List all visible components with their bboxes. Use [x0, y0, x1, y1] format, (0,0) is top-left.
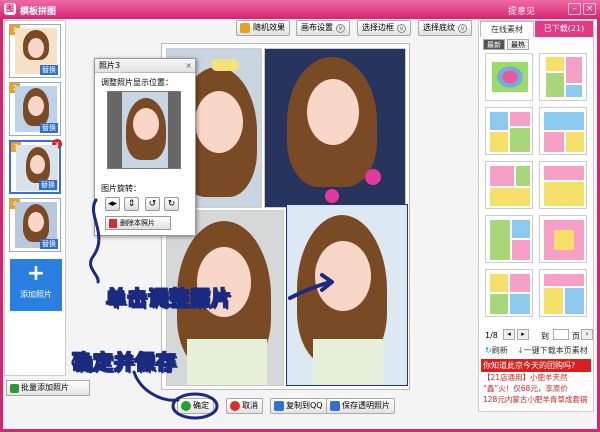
copy-icon — [274, 401, 284, 411]
annotation-click-adjust: 单击调整照片 — [106, 286, 232, 311]
template-thumb[interactable] — [485, 53, 533, 101]
dice-icon — [240, 23, 250, 33]
cancel-icon — [230, 401, 240, 411]
template-thumb[interactable] — [539, 215, 587, 263]
close-button[interactable]: × — [583, 3, 596, 15]
tab-online-materials[interactable]: 在线素材 — [480, 21, 534, 37]
download-icon: ↓ — [517, 346, 524, 355]
page-suffix: 页 — [572, 332, 580, 341]
annotation-confirm-save: 确定并保存 — [72, 350, 177, 375]
rotate-right-icon[interactable]: ↻ — [164, 197, 179, 211]
ad-line: 128元内蒙古小肥羊青草成套锅 — [483, 395, 588, 404]
batch-add-button[interactable]: 批量添加照片 — [6, 380, 90, 396]
photo-settings-dialog: 照片3 × 调整照片显示位置： 图片旋转： ◂▸ ⇕ ↺ ↻ 删除本照片 — [94, 58, 196, 236]
check-icon — [181, 401, 191, 411]
border-dropdown[interactable]: 选择边框 v — [357, 20, 411, 36]
prev-page-icon[interactable]: ◂ — [503, 329, 515, 340]
cancel-button[interactable]: 取消 — [226, 398, 263, 414]
flip-horizontal-icon[interactable]: ◂▸ — [105, 197, 120, 211]
page-indicator: 1/8 — [485, 331, 498, 340]
goto-label: 到 — [541, 332, 549, 341]
ad-header: 你知道此京今天的团购吗? — [481, 359, 591, 372]
save-transparent-button[interactable]: 保存透明照片 — [326, 398, 395, 414]
dialog-title: 照片3 — [95, 59, 195, 73]
photo-thumb-1[interactable]: 1 替换 — [9, 24, 61, 78]
page-input[interactable] — [553, 329, 569, 340]
feedback-link[interactable]: 提意见 — [508, 4, 535, 17]
replace-button[interactable]: 替换 — [40, 123, 58, 133]
template-thumb[interactable] — [485, 107, 533, 155]
collage-photo-2[interactable] — [264, 48, 406, 208]
texture-dropdown[interactable]: 选择底纹 v — [418, 20, 472, 36]
add-photo-button[interactable]: + 添加照片 — [10, 259, 62, 311]
template-thumb[interactable] — [539, 269, 587, 317]
close-icon[interactable]: × — [185, 61, 192, 70]
rotate-left-icon[interactable]: ↺ — [145, 197, 160, 211]
chevron-down-icon: v — [336, 24, 345, 33]
refresh-link[interactable]: ↻刷新 — [485, 345, 508, 356]
refresh-icon: ↻ — [485, 346, 492, 355]
title-bar: 图 模板拼图 提意见 – × — [0, 0, 600, 19]
template-thumb[interactable] — [539, 107, 587, 155]
collage-photo-4-selected[interactable] — [286, 204, 408, 386]
collage-canvas[interactable] — [161, 43, 410, 390]
ad-line: 【21店通用】小肥羊天然 — [483, 373, 568, 382]
template-thumb[interactable] — [539, 161, 587, 209]
template-thumb[interactable] — [539, 53, 587, 101]
position-preview[interactable] — [107, 91, 181, 169]
minimize-button[interactable]: – — [568, 3, 581, 15]
template-thumb[interactable] — [485, 269, 533, 317]
plus-icon: + — [26, 261, 46, 286]
photo-list-panel: 1 替换 2 替换 3 × 替换 4 替换 — [4, 20, 66, 376]
ad-banner[interactable]: 你知道此京今天的团购吗? 【21店通用】小肥羊天然 “鑫”火！仅68元，享原价 … — [481, 359, 591, 411]
photo-thumb-3[interactable]: 3 × 替换 — [9, 139, 62, 194]
position-label: 调整照片显示位置： — [101, 78, 173, 87]
replace-button[interactable]: 替换 — [39, 180, 57, 190]
template-thumb[interactable] — [485, 215, 533, 263]
window-title: 模板拼图 — [20, 7, 57, 17]
save-icon — [330, 401, 340, 411]
ok-button[interactable]: 确定 — [177, 398, 214, 414]
tab-downloaded[interactable]: 已下载(21) — [535, 21, 593, 37]
add-icon — [10, 384, 19, 393]
photo-thumb-2[interactable]: 2 替换 — [9, 82, 61, 136]
subtab-newest[interactable]: 最新 — [483, 39, 505, 50]
template-thumb[interactable] — [485, 161, 533, 209]
replace-button[interactable]: 替换 — [40, 65, 58, 75]
subtab-hottest[interactable]: 最热 — [507, 39, 529, 50]
materials-panel: 在线素材 已下载(21) 最新 最热 1/8 ◂ ▸ 到 页 › ↻刷新 ↓一键… — [478, 20, 594, 412]
chevron-down-icon: v — [397, 24, 406, 33]
go-page-icon[interactable]: › — [581, 329, 593, 340]
copy-to-qq-button[interactable]: 复制到QQ — [270, 398, 328, 414]
ad-line: “鑫”火！仅68元，享原价 — [483, 384, 568, 393]
random-effect-button[interactable]: 随机效果 — [236, 20, 290, 36]
delete-photo-button[interactable]: 删除本照片 — [105, 216, 171, 230]
download-all-link[interactable]: ↓一键下载本页素材 — [517, 345, 588, 356]
replace-button[interactable]: 替换 — [40, 239, 58, 249]
rotate-label: 图片旋转： — [101, 184, 141, 193]
chevron-down-icon: v — [458, 24, 467, 33]
flip-vertical-icon[interactable]: ⇕ — [124, 197, 139, 211]
photo-thumb-4[interactable]: 4 替换 — [9, 198, 61, 252]
canvas-settings-dropdown[interactable]: 画布设置 v — [296, 20, 350, 36]
trash-icon — [109, 219, 117, 228]
next-page-icon[interactable]: ▸ — [517, 329, 529, 340]
app-logo-icon: 图 — [4, 3, 16, 15]
